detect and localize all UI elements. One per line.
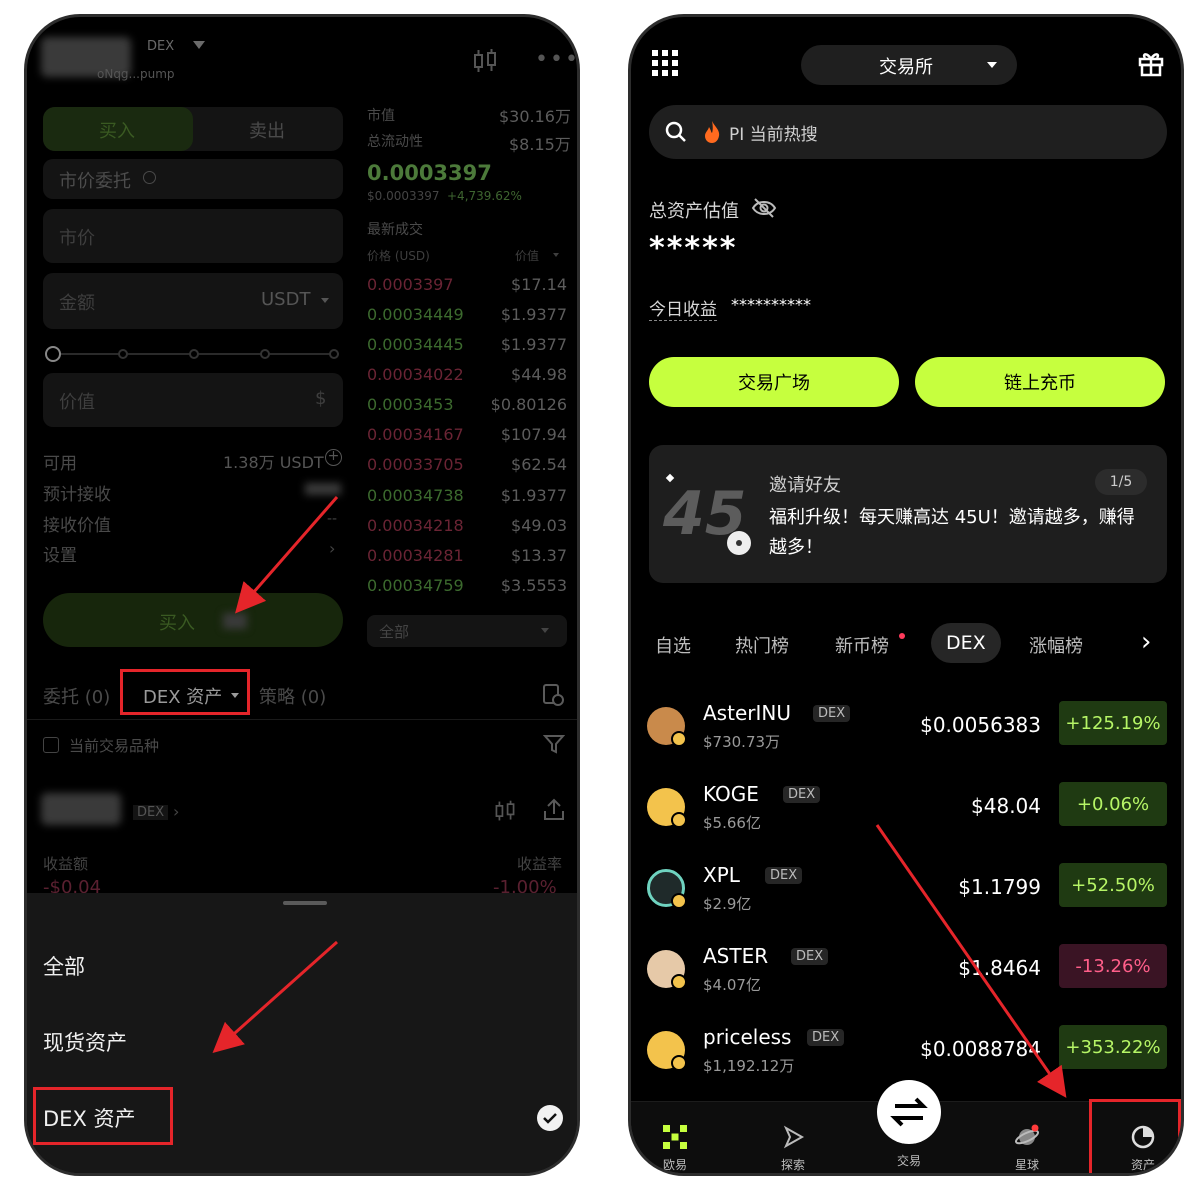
annotation-arrows [212,496,339,1053]
annotation-arrow [875,824,1067,1098]
phone-screen-home: 交易所 PI 当前热搜 总资产估值 ***** 今日收益 ********** … [628,14,1184,1176]
phone-screen-trade: DEX oNqg...pump ••• 买入 卖出 市价委托 市价 金额 USD… [24,14,580,1176]
